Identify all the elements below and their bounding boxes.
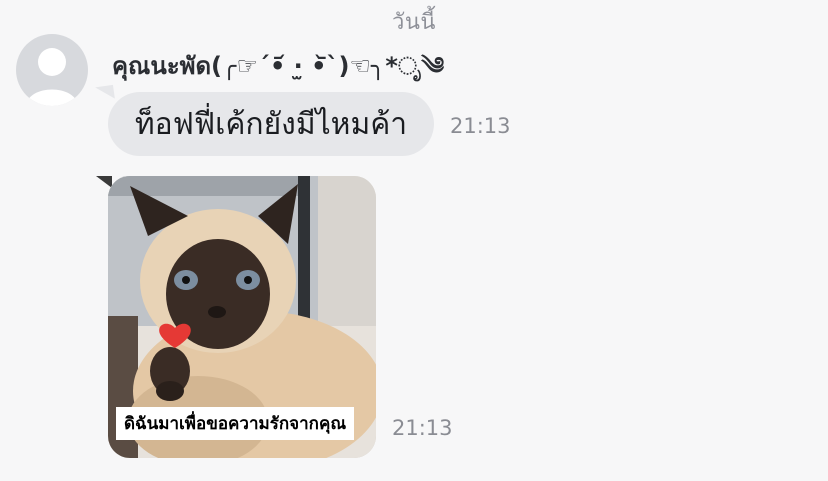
bubble-tail: [95, 84, 115, 102]
sticker-caption: ดิฉันมาเพื่อขอความรักจากคุณ: [116, 407, 355, 440]
date-separator: วันนี้: [392, 10, 436, 35]
message-time: 21:13: [450, 114, 511, 138]
sticker-time: 21:13: [392, 416, 453, 440]
avatar[interactable]: [16, 34, 88, 106]
default-avatar-icon: [26, 48, 78, 106]
message-text: ท็อฟฟี่เค้กยังมีไหมค้า: [134, 106, 408, 142]
sticker-tail: [96, 176, 112, 188]
sticker-image[interactable]: ดิฉันมาเพื่อขอความรักจากคุณ: [108, 176, 376, 458]
message-bubble[interactable]: ท็อฟฟี่เค้กยังมีไหมค้า: [108, 92, 434, 156]
